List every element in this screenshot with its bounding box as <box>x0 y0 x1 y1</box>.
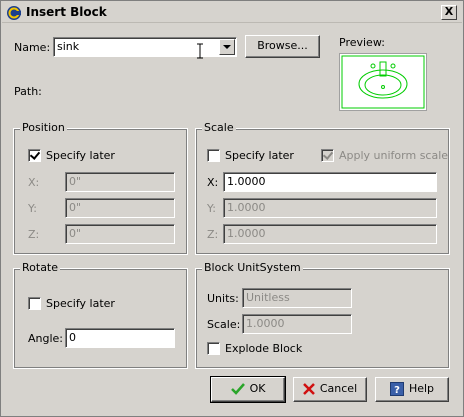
title-bar[interactable]: Insert Block X <box>2 2 462 23</box>
block-preview <box>339 53 427 111</box>
units-field[interactable]: Unitless <box>242 288 352 308</box>
scale-x-label: X: <box>207 176 219 189</box>
preview-label: Preview: <box>339 36 385 49</box>
ok-button[interactable]: OK <box>210 376 286 403</box>
position-specify-later-checkbox[interactable] <box>28 149 41 162</box>
uniform-scale-label: Apply uniform scale <box>339 149 449 162</box>
units-label: Units: <box>207 292 239 305</box>
insert-block-dialog: Insert Block X Name: sink Browse... Prev… <box>0 0 464 417</box>
scale-z-value: 1.0000 <box>227 227 266 240</box>
position-z-field[interactable]: 0" <box>65 224 175 244</box>
position-x-label: X: <box>28 176 40 189</box>
scale-group-title: Scale <box>202 121 236 134</box>
position-z-label: Z: <box>28 228 40 241</box>
name-label: Name: <box>14 41 51 54</box>
explode-block-checkbox[interactable] <box>207 342 220 355</box>
scale-z-field[interactable]: 1.0000 <box>223 224 437 244</box>
position-specify-later-label: Specify later <box>46 149 115 162</box>
scale-specify-later-checkbox[interactable] <box>207 149 220 162</box>
scale-z-label: Z: <box>207 228 219 241</box>
rotate-group: Rotate <box>13 261 188 369</box>
cancel-label: Cancel <box>319 382 358 395</box>
angle-field[interactable]: 0 <box>65 328 175 348</box>
position-y-value: 0" <box>69 201 82 214</box>
angle-value: 0 <box>69 331 76 344</box>
unitsystem-group-title: Block UnitSystem <box>202 261 303 274</box>
close-icon: X <box>444 5 454 18</box>
unit-scale-label: Scale: <box>207 318 241 331</box>
help-button[interactable]: ? Help <box>375 377 449 402</box>
text-cursor-icon <box>197 43 203 59</box>
sink-preview-icon <box>341 55 425 109</box>
position-y-field[interactable]: 0" <box>65 198 175 218</box>
scale-x-field[interactable]: 1.0000 <box>223 172 437 192</box>
scale-specify-later-label: Specify later <box>225 149 294 162</box>
scale-x-value: 1.0000 <box>227 175 266 188</box>
position-x-value: 0" <box>69 175 82 188</box>
uniform-scale-checkbox[interactable] <box>321 149 334 162</box>
help-icon: ? <box>389 382 404 396</box>
position-group-title: Position <box>20 121 67 134</box>
window-title: Insert Block <box>26 5 107 19</box>
help-label: Help <box>408 382 435 395</box>
path-label: Path: <box>14 85 42 98</box>
angle-label: Angle: <box>28 332 64 345</box>
position-x-field[interactable]: 0" <box>65 172 175 192</box>
unit-scale-value: 1.0000 <box>246 317 285 330</box>
checkmark-icon <box>230 383 245 395</box>
units-value: Unitless <box>246 291 290 304</box>
position-y-label: Y: <box>28 202 37 215</box>
browse-button[interactable]: Browse... <box>245 35 320 58</box>
name-value: sink <box>57 40 80 53</box>
scale-y-field[interactable]: 1.0000 <box>223 198 437 218</box>
rotate-specify-later-label: Specify later <box>46 297 115 310</box>
cancel-button[interactable]: Cancel <box>293 377 367 402</box>
rotate-group-title: Rotate <box>20 261 61 274</box>
explode-block-label: Explode Block <box>225 342 303 355</box>
rotate-specify-later-checkbox[interactable] <box>28 297 41 310</box>
ok-label: OK <box>249 382 266 395</box>
chevron-down-icon[interactable] <box>219 39 235 55</box>
scale-y-label: Y: <box>207 202 216 215</box>
svg-text:?: ? <box>394 385 400 396</box>
close-button[interactable]: X <box>441 5 457 20</box>
app-logo-icon <box>7 6 21 20</box>
name-combobox[interactable]: sink <box>53 37 237 57</box>
unit-scale-field[interactable]: 1.0000 <box>242 314 352 334</box>
scale-y-value: 1.0000 <box>227 201 266 214</box>
red-x-icon <box>302 383 315 395</box>
position-z-value: 0" <box>69 227 82 240</box>
